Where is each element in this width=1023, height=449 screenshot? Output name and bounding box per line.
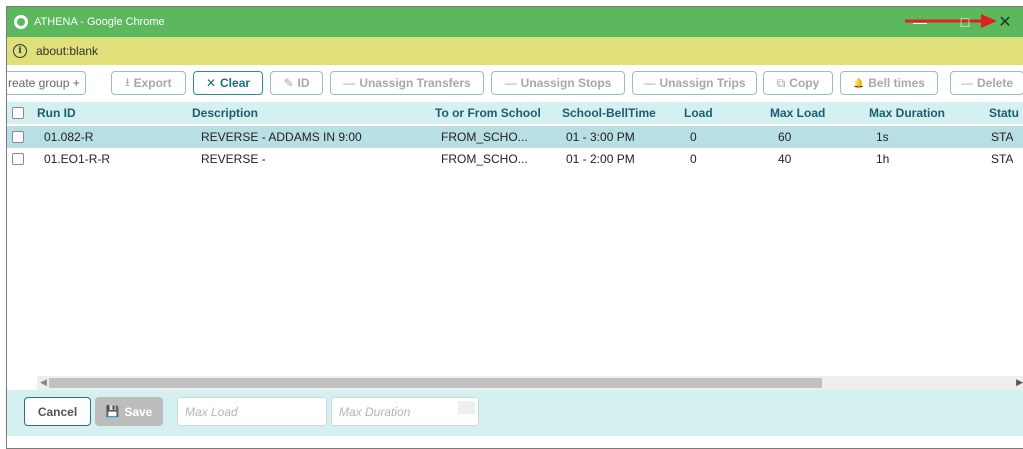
max-load-input[interactable]: Max Load xyxy=(177,397,327,426)
load-cell: 0 xyxy=(690,152,697,166)
unassign-trips-label: Unassign Trips xyxy=(659,76,746,90)
clear-button[interactable]: ✕ Clear xyxy=(193,71,263,95)
id-button[interactable]: ✎ ID xyxy=(270,71,323,95)
clear-icon: ✕ xyxy=(205,76,217,90)
cancel-button[interactable]: Cancel xyxy=(24,397,91,426)
save-icon: 💾 xyxy=(105,406,120,418)
export-label: Export xyxy=(133,76,172,90)
address-bar[interactable]: i about:blank xyxy=(7,37,1023,65)
run-id-cell: 01.EO1-R-R xyxy=(44,152,111,166)
description-cell: REVERSE - ADDAMS IN 9:00 xyxy=(201,130,362,144)
scroll-left-icon[interactable]: ◀ xyxy=(40,377,47,388)
unassign-trips-button[interactable]: — Unassign Trips xyxy=(632,71,757,95)
browser-window: ATHENA - Google Chrome — □ ✕ i about:bla… xyxy=(6,6,1023,449)
max-duration-placeholder: Max Duration xyxy=(339,404,411,419)
bell-times-label: Bell times xyxy=(868,76,925,90)
info-icon[interactable]: i xyxy=(13,44,27,58)
id-label: ID xyxy=(297,76,310,90)
table-row[interactable]: 01.082-R REVERSE - ADDAMS IN 9:00 FROM_S… xyxy=(7,126,1023,148)
copy-button[interactable]: ⧉ Copy xyxy=(763,71,833,95)
row-checkbox[interactable] xyxy=(12,153,24,165)
url-text[interactable]: about:blank xyxy=(36,44,98,58)
max-load-cell: 40 xyxy=(778,152,792,166)
column-header-bell-time[interactable]: School-BellTime xyxy=(562,102,656,124)
maximize-button[interactable]: □ xyxy=(945,7,985,37)
to-from-cell: FROM_SCHO... xyxy=(441,152,528,166)
description-cell: REVERSE - xyxy=(201,152,266,166)
bell-icon: 🔔 xyxy=(853,77,865,88)
edit-icon: ✎ xyxy=(283,76,294,90)
unassign-stops-button[interactable]: — Unassign Stops xyxy=(491,71,625,95)
bottom-strip xyxy=(7,436,1023,448)
clear-label: Clear xyxy=(220,76,251,90)
bell-time-cell: 01 - 2:00 PM xyxy=(566,152,635,166)
max-load-placeholder: Max Load xyxy=(185,404,238,419)
bell-time-cell: 01 - 3:00 PM xyxy=(566,130,635,144)
load-cell: 0 xyxy=(690,130,697,144)
footer-panel: Cancel 💾 Save Max Load Max Duration xyxy=(7,390,1023,436)
window-title: ATHENA - Google Chrome xyxy=(34,16,165,28)
column-header-to-from-school[interactable]: To or From School xyxy=(435,102,541,124)
bell-times-button[interactable]: 🔔 Bell times xyxy=(840,71,938,95)
status-cell: STA xyxy=(991,130,1014,144)
copy-label: Copy xyxy=(789,76,820,90)
column-header-max-duration[interactable]: Max Duration xyxy=(869,102,945,124)
status-cell: STA xyxy=(991,152,1014,166)
column-header-max-load[interactable]: Max Load xyxy=(770,102,825,124)
dash-icon: — xyxy=(960,76,973,90)
select-all-checkbox[interactable] xyxy=(12,107,24,119)
delete-button[interactable]: — Delete xyxy=(950,71,1023,95)
dash-icon: — xyxy=(643,76,656,90)
to-from-cell: FROM_SCHO... xyxy=(441,130,528,144)
table-row[interactable]: 01.EO1-R-R REVERSE - FROM_SCHO... 01 - 2… xyxy=(7,148,1023,170)
export-icon: ⭳ xyxy=(125,74,130,89)
create-group-button[interactable]: reate group + xyxy=(7,71,86,95)
toolbar: reate group + ⭳ Export ✕ Clear ✎ ID — Un… xyxy=(7,71,1023,97)
scrollbar-thumb[interactable] xyxy=(49,378,822,388)
horizontal-scrollbar[interactable]: ◀ ▶ xyxy=(37,376,1023,390)
copy-icon: ⧉ xyxy=(776,75,786,90)
delete-label: Delete xyxy=(976,76,1014,90)
column-header-load[interactable]: Load xyxy=(684,102,713,124)
max-duration-cell: 1s xyxy=(876,130,889,144)
chrome-icon xyxy=(14,15,28,29)
max-load-cell: 60 xyxy=(778,130,792,144)
title-bar[interactable]: ATHENA - Google Chrome — □ ✕ xyxy=(7,7,1023,37)
save-label: Save xyxy=(124,404,153,419)
run-id-cell: 01.082-R xyxy=(44,130,94,144)
close-button[interactable]: ✕ xyxy=(985,7,1023,37)
unassign-transfers-button[interactable]: — Unassign Transfers xyxy=(330,71,484,95)
max-duration-input[interactable]: Max Duration xyxy=(331,397,479,426)
spinner-control[interactable] xyxy=(458,401,475,414)
max-duration-cell: 1h xyxy=(876,152,890,166)
minimize-button[interactable]: — xyxy=(900,7,940,37)
row-checkbox[interactable] xyxy=(12,131,24,143)
scroll-right-icon[interactable]: ▶ xyxy=(1016,377,1023,388)
grid-header: Run ID Description To or From School Sch… xyxy=(7,102,1023,124)
create-group-label: reate group + xyxy=(8,76,80,90)
column-header-run-id[interactable]: Run ID xyxy=(37,102,76,124)
dash-icon: — xyxy=(504,76,517,90)
unassign-transfers-label: Unassign Transfers xyxy=(359,76,471,90)
column-header-description[interactable]: Description xyxy=(192,102,258,124)
export-button[interactable]: ⭳ Export xyxy=(111,71,186,95)
save-button[interactable]: 💾 Save xyxy=(95,397,163,426)
dash-icon: — xyxy=(343,76,356,90)
column-header-status[interactable]: Statu xyxy=(989,102,1019,124)
unassign-stops-label: Unassign Stops xyxy=(520,76,612,90)
